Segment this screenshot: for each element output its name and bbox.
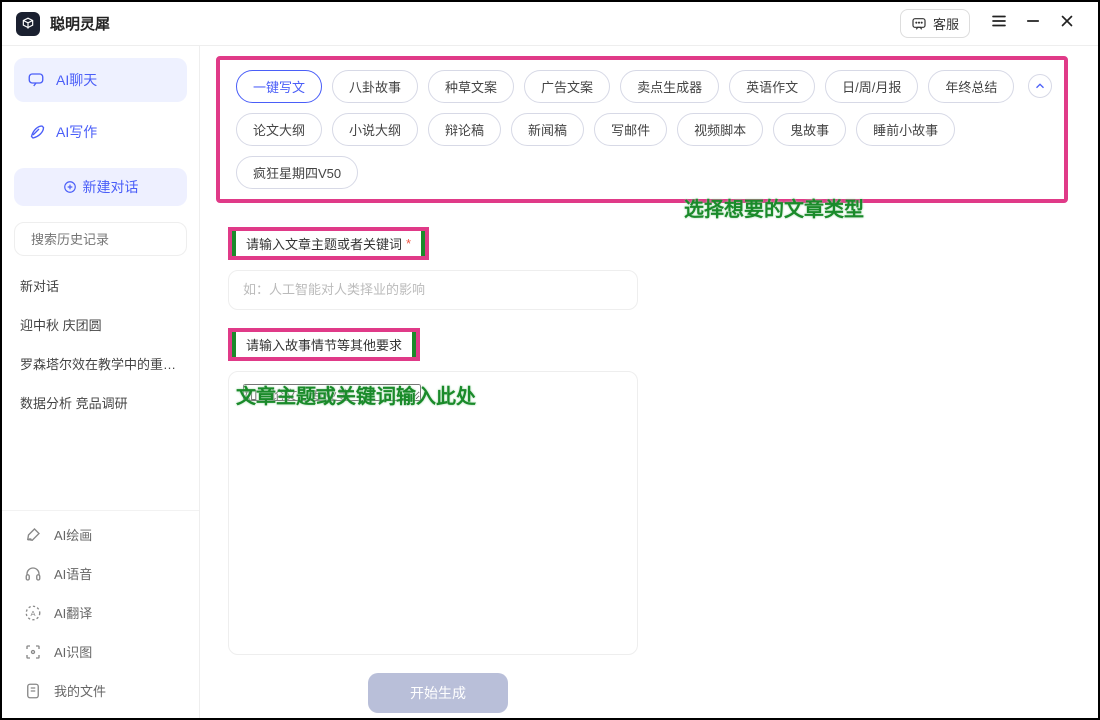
scan-icon [24, 643, 42, 661]
tool-ai-ocr[interactable]: AI识图 [2, 632, 199, 671]
required-mark: * [406, 236, 411, 251]
window-minimize-button[interactable] [1020, 12, 1046, 35]
template-chip[interactable]: 睡前小故事 [856, 113, 955, 146]
template-chip[interactable]: 新闻稿 [511, 113, 584, 146]
detail-input-wrap [228, 371, 638, 655]
template-chip[interactable]: 卖点生成器 [620, 70, 719, 103]
annotation-select-type: 选择想要的文章类型 [684, 193, 864, 222]
search-input[interactable] [31, 232, 207, 247]
tool-my-files[interactable]: 我的文件 [2, 671, 199, 710]
chat-icon [26, 70, 46, 90]
template-chip[interactable]: 种草文案 [428, 70, 514, 103]
template-chip[interactable]: 小说大纲 [332, 113, 418, 146]
generate-button[interactable]: 开始生成 [368, 673, 508, 713]
titlebar: 聪明灵犀 客服 [2, 2, 1098, 46]
nav-ai-write-label: AI写作 [56, 122, 97, 142]
template-chip[interactable]: 疯狂星期四V50 [236, 156, 358, 189]
template-chips-panel: 一键写文八卦故事种草文案广告文案卖点生成器英语作文日/周/月报年终总结论文大纲小… [216, 56, 1068, 203]
feather-icon [26, 122, 46, 142]
search-box[interactable] [14, 222, 187, 256]
history-item[interactable]: 数据分析 竞品调研 [2, 383, 199, 422]
svg-text:A: A [30, 609, 35, 618]
tool-ai-translate[interactable]: A AI翻译 [2, 593, 199, 632]
annotation-input-here: 文章主题或关键词输入此处 [236, 380, 476, 409]
history-item[interactable]: 新对话 [2, 266, 199, 305]
template-chip[interactable]: 视频脚本 [677, 113, 763, 146]
collapse-icon[interactable] [1028, 74, 1052, 98]
nav-ai-chat[interactable]: AI聊天 [14, 58, 187, 102]
template-chip[interactable]: 一键写文 [236, 70, 322, 103]
window-menu-button[interactable] [986, 12, 1012, 35]
template-chip[interactable]: 广告文案 [524, 70, 610, 103]
template-chip[interactable]: 论文大纲 [236, 113, 322, 146]
headphones-icon [24, 565, 42, 583]
template-chip[interactable]: 鬼故事 [773, 113, 846, 146]
new-chat-button[interactable]: 新建对话 [14, 168, 187, 206]
history-item[interactable]: 迎中秋 庆团圆 [2, 305, 199, 344]
template-chip[interactable]: 英语作文 [729, 70, 815, 103]
tool-label: AI翻译 [54, 603, 92, 622]
customer-service-label: 客服 [933, 14, 959, 33]
app-title: 聪明灵犀 [50, 13, 110, 34]
nav-ai-chat-label: AI聊天 [56, 70, 97, 90]
app-logo [16, 12, 40, 36]
tool-ai-voice[interactable]: AI语音 [2, 554, 199, 593]
template-chip[interactable]: 写邮件 [594, 113, 667, 146]
brush-icon [24, 526, 42, 544]
field-label-detail-highlight: 请输入故事情节等其他要求 [228, 328, 420, 361]
tool-ai-paint[interactable]: AI绘画 [2, 515, 199, 554]
tool-label: AI绘画 [54, 525, 92, 544]
topic-input-wrap [228, 270, 638, 310]
tool-label: AI语音 [54, 564, 92, 583]
template-chip[interactable]: 日/周/月报 [825, 70, 918, 103]
template-chip[interactable]: 八卦故事 [332, 70, 418, 103]
template-chip[interactable]: 年终总结 [928, 70, 1014, 103]
translate-icon: A [24, 604, 42, 622]
sidebar: AI聊天 AI写作 新建对话 新对话 迎中秋 庆团圆 罗森塔尔效在教学中的重要.… [2, 46, 200, 718]
window-close-button[interactable] [1054, 12, 1080, 35]
history-item[interactable]: 罗森塔尔效在教学中的重要... [2, 344, 199, 383]
field-label-topic-highlight: 请输入文章主题或者关键词 * [228, 227, 429, 260]
history-list: 新对话 迎中秋 庆团圆 罗森塔尔效在教学中的重要... 数据分析 竞品调研 [2, 264, 199, 424]
customer-service-button[interactable]: 客服 [900, 9, 970, 38]
new-chat-label: 新建对话 [83, 177, 139, 197]
tool-label: AI识图 [54, 642, 92, 661]
generate-label: 开始生成 [410, 683, 466, 703]
nav-ai-write[interactable]: AI写作 [14, 110, 187, 154]
field-label-topic: 请输入文章主题或者关键词 [246, 234, 402, 253]
field-label-detail: 请输入故事情节等其他要求 [246, 335, 402, 354]
topic-input[interactable] [243, 282, 623, 297]
file-icon [24, 682, 42, 700]
template-chip[interactable]: 辩论稿 [428, 113, 501, 146]
tool-label: 我的文件 [54, 681, 106, 700]
